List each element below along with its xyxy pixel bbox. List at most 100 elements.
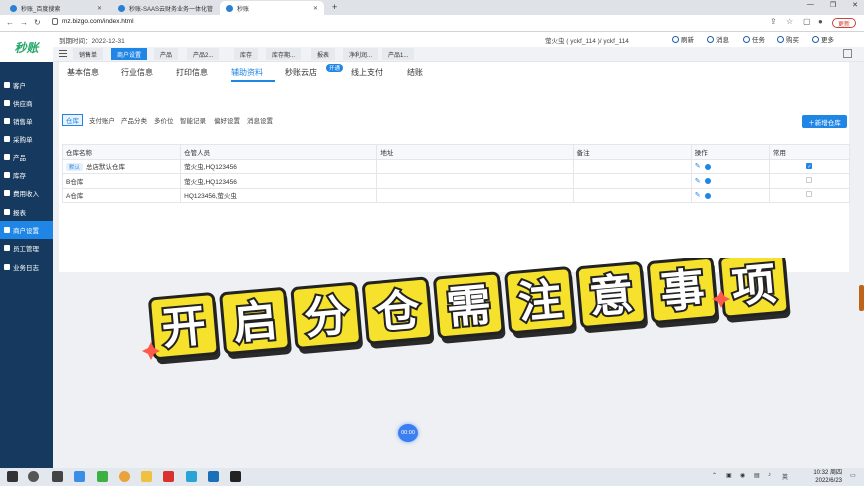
network-icon[interactable]: ▤: [754, 472, 760, 479]
url-field[interactable]: mz.bizgo.com/index.html: [62, 18, 134, 25]
browser-tab-2[interactable]: 秒账 ✕: [220, 1, 324, 15]
update-button[interactable]: 更新: [831, 18, 856, 28]
page-tab[interactable]: 产品: [154, 48, 179, 60]
sidebar-item-products[interactable]: 产品: [0, 148, 53, 166]
browser-tab-0[interactable]: 秒账_百度搜索 ✕: [4, 1, 108, 15]
tab-checkout[interactable]: 结账: [407, 67, 423, 78]
sidebar-item-inventory[interactable]: 库存: [0, 166, 53, 184]
sidebar-item-staff[interactable]: 员工管理: [0, 239, 53, 257]
common-checkbox[interactable]: [806, 162, 813, 169]
delete-icon[interactable]: [704, 163, 711, 170]
delete-icon[interactable]: [704, 178, 711, 185]
subtab-preferences[interactable]: 偏好设置: [211, 114, 243, 126]
bookmark-star-icon[interactable]: ☆: [786, 17, 793, 26]
messages-button[interactable]: 消息: [707, 34, 729, 44]
inventory-icon: [4, 172, 10, 178]
tab-auxiliary-data[interactable]: 辅助资料: [231, 67, 263, 78]
maximize-icon[interactable]: ❐: [830, 1, 836, 9]
search-icon[interactable]: [28, 471, 39, 482]
svg-text:分: 分: [302, 290, 350, 345]
folder-icon[interactable]: [141, 471, 152, 482]
more-button[interactable]: 更多: [812, 34, 834, 44]
edit-icon[interactable]: ✎: [695, 192, 701, 199]
reload-icon[interactable]: ↻: [34, 18, 41, 27]
common-cell: [768, 187, 851, 203]
tab-cloud-store[interactable]: 秒账云店: [285, 67, 317, 78]
sidebar-item-expenses[interactable]: 费用收入: [0, 184, 53, 202]
subtab-multi-price[interactable]: 多价位: [151, 114, 177, 126]
tab-print-info[interactable]: 打印信息: [176, 67, 208, 78]
page-tab[interactable]: 库存期...: [266, 48, 302, 60]
address-cell: [376, 187, 574, 203]
edit-icon[interactable]: ✎: [695, 178, 701, 185]
notification-icon[interactable]: ▭: [850, 472, 856, 479]
tab-industry-info[interactable]: 行业信息: [121, 67, 153, 78]
task-view-icon[interactable]: [52, 471, 63, 482]
common-checkbox[interactable]: [806, 176, 813, 183]
subtab-smart-record[interactable]: 智能记录: [177, 114, 209, 126]
open-page-tabs: 销售单 商户设置 产品 产品2... 库存 库存期... 报表 净利润... 产…: [53, 47, 864, 61]
app-icon[interactable]: [97, 471, 108, 482]
subtab-message-settings[interactable]: 消息设置: [244, 114, 276, 126]
subtab-warehouse[interactable]: 仓库: [62, 114, 83, 126]
page-tab[interactable]: 报表: [311, 48, 336, 60]
sidebar-item-logs[interactable]: 业务日志: [0, 258, 53, 276]
page-tab[interactable]: 净利润...: [343, 48, 379, 60]
sidebar-item-customers[interactable]: 客户: [0, 76, 53, 94]
window-close-icon[interactable]: ✕: [852, 1, 858, 9]
browser-tab-1[interactable]: 秒账-SAAS云财务业务一体化管 ✕: [112, 1, 216, 15]
new-tab-button[interactable]: +: [332, 2, 337, 12]
common-checkbox[interactable]: [806, 191, 813, 198]
start-icon[interactable]: [7, 471, 18, 482]
subtab-product-category[interactable]: 产品分类: [118, 114, 150, 126]
page-tab[interactable]: 销售单: [73, 48, 104, 60]
capcut-icon[interactable]: [230, 471, 241, 482]
sidebar-item-suppliers[interactable]: 供应商: [0, 94, 53, 112]
page-tab[interactable]: 产品1...: [382, 48, 415, 60]
tray-icon[interactable]: ◉: [740, 472, 745, 479]
page-tab[interactable]: 产品2...: [187, 48, 220, 60]
sidepanel-icon[interactable]: ▢: [803, 17, 811, 26]
minimize-icon[interactable]: —: [807, 1, 814, 9]
sidebar-item-reports[interactable]: 报表: [0, 203, 53, 221]
subtab-payment-account[interactable]: 支付账户: [86, 114, 118, 126]
forward-icon[interactable]: →: [20, 18, 28, 27]
expand-icon[interactable]: [843, 49, 852, 58]
close-icon[interactable]: ✕: [313, 5, 318, 12]
profile-icon[interactable]: ●: [818, 17, 823, 26]
share-icon[interactable]: ⇪: [770, 17, 777, 26]
col-common: 常用: [768, 144, 851, 160]
scrollbar-handle[interactable]: [859, 285, 864, 311]
menu-toggle-icon[interactable]: [59, 50, 67, 57]
page-tab-active[interactable]: 商户设置: [111, 48, 148, 60]
recording-timer-button[interactable]: 00:00: [398, 424, 418, 442]
wps-icon[interactable]: [163, 471, 174, 482]
refresh-button[interactable]: 刷新: [672, 34, 694, 44]
tray-icon[interactable]: ▣: [726, 472, 732, 479]
expire-date: 到期时间：2022-12-31: [59, 38, 125, 45]
volume-icon[interactable]: ♪: [768, 472, 771, 478]
edit-icon[interactable]: ✎: [695, 163, 701, 170]
tray-chevron-icon[interactable]: ⌃: [712, 472, 717, 479]
actions-cell: ✎: [690, 158, 770, 174]
back-icon[interactable]: ←: [6, 18, 14, 27]
app-icon[interactable]: [74, 471, 85, 482]
svg-text:意: 意: [587, 269, 635, 324]
tasks-button[interactable]: 任务: [743, 34, 765, 44]
user-account[interactable]: 萤火虫 ( yckf_114 )/ yckf_114: [545, 35, 629, 45]
clock[interactable]: 10:32 周四 2022/6/23: [813, 469, 842, 485]
add-warehouse-button[interactable]: ＋ 新增仓库: [802, 115, 847, 128]
buy-button[interactable]: 购买: [777, 34, 799, 44]
app-icon[interactable]: [186, 471, 197, 482]
tab-basic-info[interactable]: 基本信息: [67, 67, 99, 78]
ime-icon[interactable]: 英: [782, 472, 788, 481]
sidebar-item-purchase[interactable]: 采购单: [0, 130, 53, 148]
sidebar-item-sales[interactable]: 销售单: [0, 112, 53, 130]
chrome-icon[interactable]: [119, 471, 130, 482]
app-icon[interactable]: [208, 471, 219, 482]
sidebar-item-merchant-settings[interactable]: 商户设置: [0, 221, 53, 239]
page-tab[interactable]: 库存: [234, 48, 259, 60]
close-icon[interactable]: ✕: [97, 5, 102, 12]
tab-online-payment[interactable]: 线上支付: [351, 67, 383, 78]
delete-icon[interactable]: [704, 192, 711, 199]
